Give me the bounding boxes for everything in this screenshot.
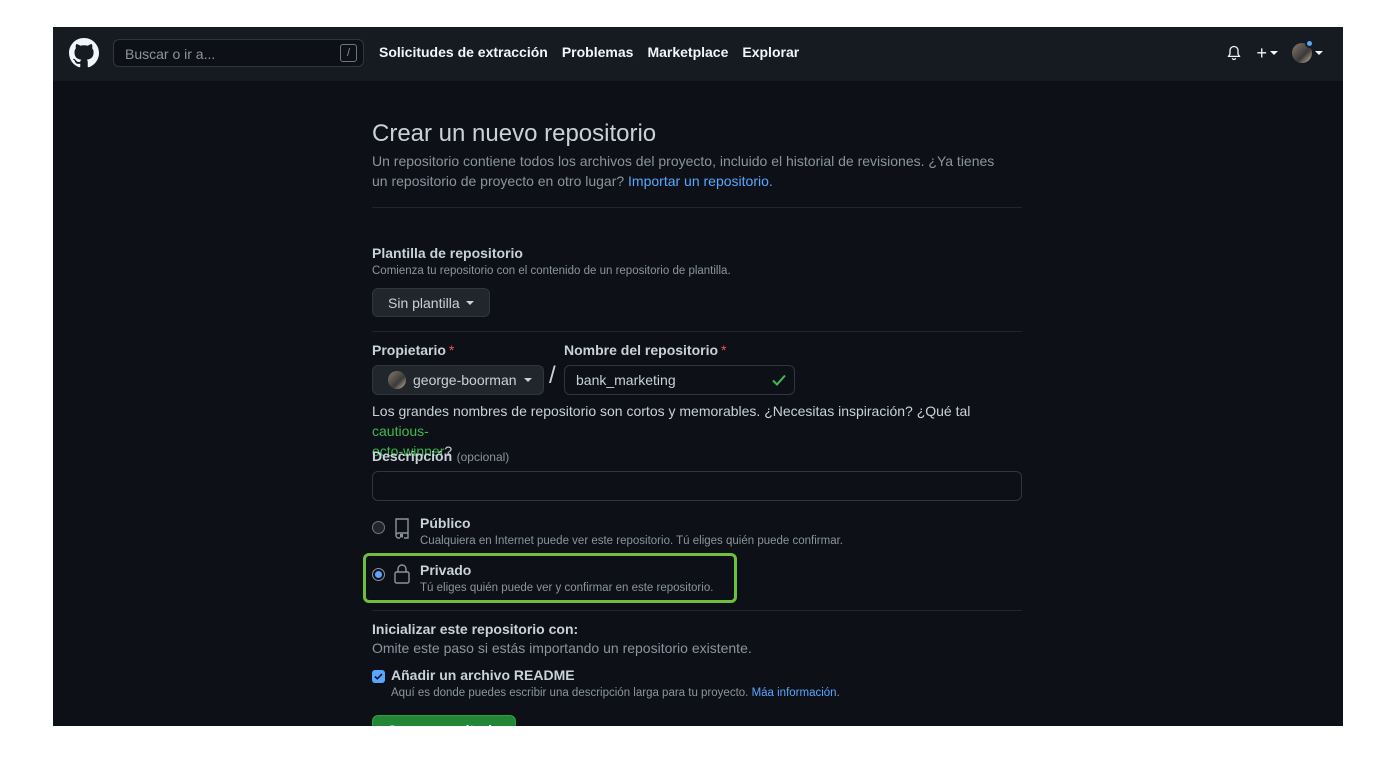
search-input[interactable]: Buscar o ir a... / bbox=[113, 39, 364, 67]
suggested-name-part1[interactable]: cautious- bbox=[372, 423, 429, 439]
public-note: Cualquiera en Internet puede ver este re… bbox=[420, 535, 843, 547]
private-radio[interactable] bbox=[372, 568, 385, 581]
chevron-down-icon bbox=[523, 378, 532, 382]
plus-icon: + bbox=[1256, 43, 1267, 63]
create-new-menu[interactable]: + bbox=[1256, 43, 1278, 63]
page-title: Crear un nuevo repositorio bbox=[372, 120, 657, 147]
page-lead: Un repositorio contiene todos los archiv… bbox=[372, 151, 1012, 191]
owner-value: george-boorman bbox=[413, 372, 517, 388]
main-nav: Solicitudes de extracción Problemas Mark… bbox=[379, 44, 799, 60]
lock-icon bbox=[394, 564, 410, 584]
header-actions: + bbox=[1226, 39, 1323, 65]
readme-checkbox[interactable] bbox=[372, 670, 385, 683]
description-label-row: Descripción (opcional) bbox=[372, 448, 509, 466]
search-placeholder: Buscar o ir a... bbox=[125, 46, 216, 62]
private-label: Privado bbox=[420, 562, 472, 578]
search-shortcut-key: / bbox=[340, 44, 357, 62]
optional-tag: (opcional) bbox=[456, 450, 510, 464]
readme-note: Aquí es donde puedes escribir una descri… bbox=[391, 687, 752, 699]
browser-frame: Buscar o ir a... / Solicitudes de extrac… bbox=[53, 27, 1343, 726]
template-select-label: Sin plantilla bbox=[388, 294, 460, 311]
template-select-button[interactable]: Sin plantilla bbox=[372, 288, 490, 317]
divider bbox=[372, 331, 1022, 332]
required-mark: * bbox=[721, 342, 727, 358]
check-icon bbox=[772, 374, 786, 386]
init-note: Omite este paso si estás importando un r… bbox=[372, 640, 752, 656]
bell-icon[interactable] bbox=[1226, 45, 1242, 61]
repo-name-value: bank_marketing bbox=[576, 372, 676, 388]
nav-pull-requests[interactable]: Solicitudes de extracción bbox=[379, 44, 548, 60]
github-logo-icon[interactable] bbox=[69, 38, 99, 68]
template-label: Plantilla de repositorio bbox=[372, 245, 523, 261]
learn-more-link[interactable]: Máa información. bbox=[752, 687, 840, 699]
owner-select[interactable]: george-boorman bbox=[372, 365, 544, 395]
description-input[interactable] bbox=[372, 471, 1022, 501]
check-icon bbox=[374, 673, 383, 680]
private-option-highlight bbox=[363, 553, 737, 603]
nav-explore[interactable]: Explorar bbox=[742, 44, 799, 60]
owner-avatar bbox=[388, 371, 406, 389]
repo-icon bbox=[395, 518, 409, 539]
user-menu[interactable] bbox=[1292, 39, 1323, 63]
owner-label-row: Propietario * bbox=[372, 342, 454, 358]
readme-label: Añadir un archivo README bbox=[391, 667, 575, 683]
readme-note-row: Aquí es donde puedes escribir una descri… bbox=[391, 687, 840, 699]
init-label: Inicializar este repositorio con: bbox=[372, 621, 579, 637]
description-label: Descripción bbox=[372, 448, 453, 464]
required-mark: * bbox=[448, 342, 455, 358]
divider bbox=[372, 610, 1022, 611]
private-note: Tú eliges quién puede ver y confirmar en… bbox=[420, 582, 714, 594]
public-radio[interactable] bbox=[372, 521, 385, 534]
new-repo-form: Crear un nuevo repositorio Un repositori… bbox=[363, 119, 1022, 726]
owner-repo-separator: / bbox=[549, 362, 556, 389]
owner-label: Propietario bbox=[372, 342, 446, 358]
public-label: Público bbox=[420, 515, 471, 531]
suggestion-text: Los grandes nombres de repositorio son c… bbox=[372, 403, 971, 419]
repo-name-label: Nombre del repositorio bbox=[564, 342, 719, 358]
repo-name-input[interactable]: bank_marketing bbox=[564, 365, 795, 395]
nav-marketplace[interactable]: Marketplace bbox=[647, 44, 728, 60]
create-repository-button[interactable]: Crear repositorio bbox=[372, 715, 516, 726]
notification-dot bbox=[1305, 39, 1314, 48]
nav-issues[interactable]: Problemas bbox=[562, 44, 634, 60]
repo-name-label-row: Nombre del repositorio * bbox=[564, 342, 726, 358]
import-repo-link[interactable]: Importar un repositorio. bbox=[628, 173, 773, 189]
divider bbox=[372, 207, 1022, 208]
chevron-down-icon bbox=[465, 300, 474, 305]
chevron-down-icon bbox=[1315, 51, 1323, 55]
template-note: Comienza tu repositorio con el contenido… bbox=[372, 265, 731, 277]
chevron-down-icon bbox=[1270, 51, 1278, 55]
top-header: Buscar o ir a... / Solicitudes de extrac… bbox=[53, 27, 1343, 81]
